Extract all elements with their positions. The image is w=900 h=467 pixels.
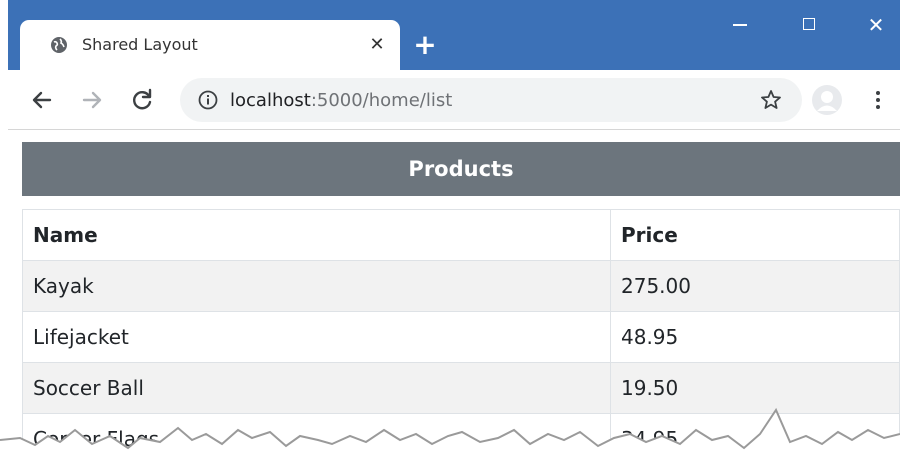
url-text[interactable]: localhost:5000/home/list [230,90,452,111]
url-path: :5000/home/list [310,90,453,111]
title-bar: Shared Layout ✕ + ✕ [8,0,900,70]
minimize-button[interactable] [725,10,755,40]
column-header-name: Name [22,209,611,261]
info-icon[interactable] [198,90,218,110]
new-tab-button[interactable]: + [410,30,440,60]
product-name: Kayak [22,260,611,312]
tab-shared-layout[interactable]: Shared Layout ✕ [20,20,400,70]
minimize-icon [733,24,747,26]
browser-toolbar: localhost:5000/home/list [8,70,900,130]
kebab-menu-icon[interactable] [866,88,890,112]
window-close-button[interactable]: ✕ [861,10,891,40]
product-price: 48.95 [610,311,900,363]
globe-icon [51,37,67,53]
forward-arrow-icon[interactable] [78,86,106,114]
product-price: 275.00 [610,260,900,312]
table-row: Kayak 275.00 [22,260,900,312]
profile-icon[interactable] [811,84,843,116]
table-header-row: Name Price [22,209,900,261]
torn-edge-overlay [0,407,900,467]
address-bar[interactable]: localhost:5000/home/list [180,78,802,122]
browser-window: Shared Layout ✕ + ✕ localhost:5000/home/… [8,0,900,467]
table-row: Lifejacket 48.95 [22,311,900,363]
reload-icon[interactable] [128,86,156,114]
maximize-icon [803,18,815,30]
products-header: Products [22,142,900,196]
maximize-button[interactable] [795,10,825,40]
tab-title: Shared Layout [82,35,198,54]
tab-close-icon[interactable]: ✕ [367,35,387,55]
url-host: localhost [230,90,311,111]
back-arrow-icon[interactable] [28,86,56,114]
star-icon[interactable] [759,88,783,112]
product-name: Lifejacket [22,311,611,363]
column-header-price: Price [610,209,900,261]
